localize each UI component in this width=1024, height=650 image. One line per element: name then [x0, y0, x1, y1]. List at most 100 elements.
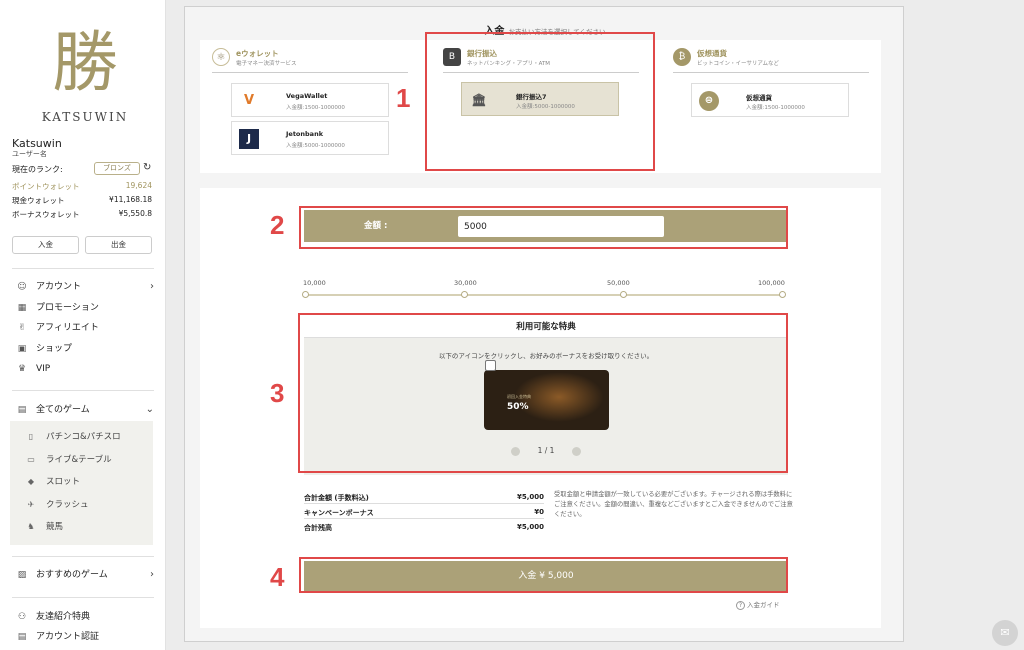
deposit-guide-link[interactable]: ? 入金ガイド — [736, 599, 780, 610]
category-subtitle: ビットコイン・イーサリアムなど — [697, 61, 780, 67]
thumbs-up-icon: ▨ — [17, 570, 27, 580]
category-divider — [212, 72, 408, 73]
amount-slider-stop[interactable] — [779, 291, 786, 298]
method-name: VegaWallet — [286, 92, 328, 100]
nav-horse-racing[interactable]: ♞ 競馬 — [24, 520, 144, 534]
id-card-icon: ▤ — [17, 632, 27, 642]
method-name: Jetonbank — [286, 130, 324, 138]
amount-preset-label: 100,000 — [758, 279, 785, 287]
deposit-notice: 受取金額と申請金額が一致している必要がございます。チャージされる際は手数料にご注… — [554, 491, 793, 518]
wallet-value: ¥11,168.18 — [109, 195, 152, 204]
horse-icon: ♞ — [27, 522, 35, 531]
category-title: eウォレット — [236, 49, 279, 58]
cash-wallet-row: 現金ウォレット ¥11,168.18 — [12, 195, 152, 207]
annotation-number: 2 — [270, 210, 285, 240]
rank-label: 現在のランク: — [12, 165, 63, 174]
chat-icon[interactable]: ✉ — [992, 620, 1018, 646]
deposit-button[interactable]: 入金 — [12, 236, 79, 254]
annotation-number: 4 — [270, 562, 285, 592]
nav-label: 全てのゲーム — [36, 405, 90, 415]
point-wallet-row: ポイントウォレット 19,624 — [12, 181, 152, 193]
help-icon: ? — [736, 601, 745, 610]
annotation-number: 3 — [270, 378, 285, 408]
nav-affiliate[interactable]: ✌ アフィリエイト — [14, 320, 154, 336]
nav-slots[interactable]: ◆ スロット — [24, 475, 144, 489]
withdraw-button[interactable]: 出金 — [85, 236, 152, 254]
vegawallet-icon: V — [243, 93, 255, 108]
cards-icon: ▭ — [27, 455, 35, 464]
katsuwin-logo[interactable]: 勝 KATSUWIN — [30, 18, 140, 138]
nav-label: おすすめのゲーム — [36, 570, 108, 580]
refresh-icon[interactable]: ↻ — [143, 162, 151, 173]
highlight-box-1 — [425, 32, 655, 171]
divider — [12, 390, 154, 391]
summary-value: ¥5,000 — [516, 493, 544, 501]
nav-label: スロット — [46, 477, 81, 487]
wallet-label: 現金ウォレット — [12, 196, 65, 205]
nav-recommended-games[interactable]: ▨ おすすめのゲーム › — [14, 567, 154, 583]
slot-icon: ◆ — [27, 477, 35, 486]
summary-value: ¥0 — [534, 508, 544, 516]
user-icon: ☺ — [17, 282, 27, 292]
nav-all-games[interactable]: ▤ 全てのゲーム ⌄ — [14, 402, 154, 418]
nav-label: パチンコ&パチスロ — [46, 432, 121, 442]
nav-crash[interactable]: ✈ クラッシュ — [24, 498, 144, 512]
logo-glyph: 勝 — [52, 24, 118, 101]
method-range: 入金額:1500-1000000 — [746, 105, 805, 111]
divider — [12, 268, 154, 269]
chevron-right-icon: › — [150, 281, 154, 292]
category-subtitle: 電子マネー決済サービス — [236, 61, 297, 67]
annotation-number: 1 — [396, 83, 411, 113]
amount-slider-stop[interactable] — [461, 291, 468, 298]
wallet-label: ポイントウォレット — [12, 182, 80, 191]
summary-label: 合計金額 (手数料込) — [304, 494, 369, 502]
nav-live-table[interactable]: ▭ ライブ&テーブル — [24, 453, 144, 467]
logo-text: KATSUWIN — [41, 110, 129, 124]
nav-account[interactable]: ☺ アカウント › — [14, 279, 154, 295]
calendar-icon: ▦ — [17, 303, 27, 313]
highlight-box-3 — [298, 313, 788, 473]
crypto-icon: ⊜ — [699, 91, 719, 111]
method-range: 入金額:1500-1000000 — [286, 105, 345, 111]
wallet-value: 19,624 — [125, 181, 152, 190]
highlight-box-2 — [299, 206, 788, 249]
nav-referral[interactable]: ⚇ 友達紹介特典 — [14, 609, 154, 625]
amount-preset-label: 30,000 — [454, 279, 477, 287]
nav-account-verification[interactable]: ▤ アカウント認証 — [14, 629, 154, 645]
nav-label: プロモーション — [36, 303, 99, 313]
nav-label: クラッシュ — [46, 500, 89, 510]
nav-promotion[interactable]: ▦ プロモーション — [14, 300, 154, 316]
method-vegawallet[interactable]: V VegaWallet 入金額:1500-1000000 — [231, 83, 389, 117]
amount-preset-label: 10,000 — [303, 279, 326, 287]
summary-label: キャンペーンボーナス — [304, 509, 374, 517]
method-crypto[interactable]: ⊜ 仮想通貨 入金額:1500-1000000 — [691, 83, 849, 117]
amount-slider-track[interactable] — [305, 294, 783, 296]
wallet-label: ボーナスウォレット — [12, 210, 80, 219]
nav-pachinko[interactable]: ▯ パチンコ&パチスロ — [24, 430, 144, 444]
chevron-down-icon: ⌄ — [145, 404, 154, 415]
guide-label: 入金ガイド — [747, 601, 780, 609]
divider — [12, 556, 154, 557]
nav-shop[interactable]: ▣ ショップ — [14, 341, 154, 357]
user-name-caption: ユーザー名 — [12, 150, 47, 158]
summary-row-bonus: キャンペーンボーナス ¥0 — [304, 507, 544, 519]
amount-slider-stop[interactable] — [620, 291, 627, 298]
crown-icon: ♛ — [17, 364, 27, 374]
pachinko-icon: ▯ — [28, 432, 34, 441]
nav-label: ライブ&テーブル — [46, 455, 112, 465]
nav-label: ショップ — [36, 344, 73, 354]
method-jetonbank[interactable]: J Jetonbank 入金額:5000-1000000 — [231, 121, 389, 155]
nav-label: アカウント — [36, 282, 82, 292]
nav-vip[interactable]: ♛ VIP — [14, 361, 154, 377]
bonus-wallet-row: ボーナスウォレット ¥5,550.8 — [12, 209, 152, 221]
sidebar: 勝 KATSUWIN Katsuwin ユーザー名 現在のランク: ブロンズ ↻… — [0, 0, 166, 650]
handshake-icon: ✌ — [18, 323, 26, 333]
summary-row-total: 合計金額 (手数料込) ¥5,000 — [304, 492, 544, 504]
nav-label: アフィリエイト — [36, 323, 99, 333]
rank-badge: ブロンズ — [94, 162, 140, 175]
referral-icon: ⚇ — [17, 612, 27, 622]
wallet-value: ¥5,550.8 — [118, 209, 152, 218]
amount-slider-stop[interactable] — [302, 291, 309, 298]
summary-value: ¥5,000 — [516, 523, 544, 531]
rank-row: 現在のランク: ブロンズ ↻ — [12, 162, 154, 176]
